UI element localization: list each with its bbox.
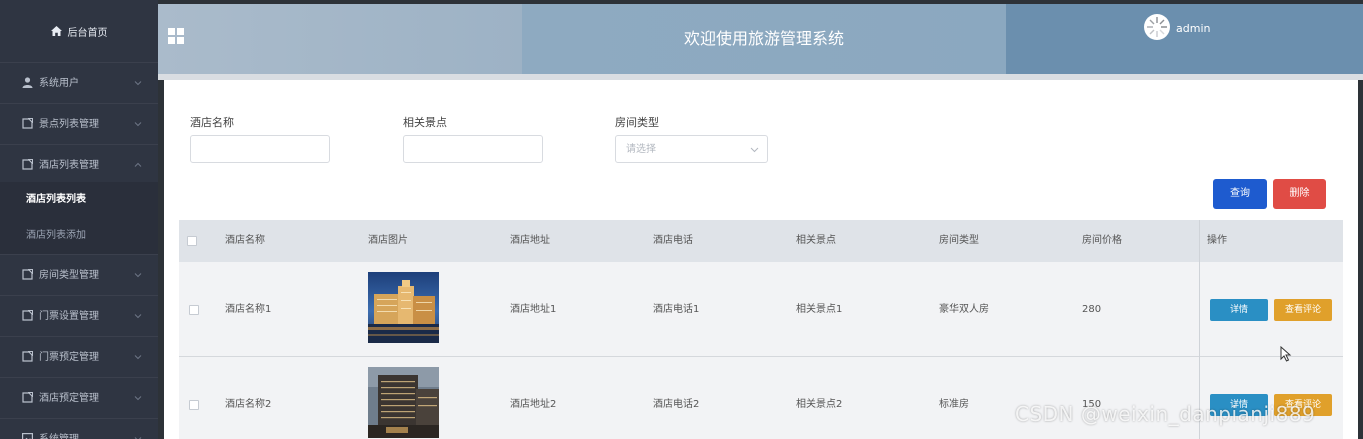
sidebar-item-ticket-settings[interactable]: 门票设置管理 bbox=[0, 295, 158, 336]
sidebar-item-label: 门票预定管理 bbox=[39, 352, 99, 363]
column-header: 操作 bbox=[1207, 235, 1227, 246]
sidebar-item-hotel-booking[interactable]: 酒店预定管理 bbox=[0, 377, 158, 418]
watermark: CSDN @weixin_danpianji889 bbox=[1015, 402, 1316, 426]
sidebar-item-ticket-booking[interactable]: 门票预定管理 bbox=[0, 336, 158, 377]
cell-attraction: 相关景点2 bbox=[796, 399, 843, 410]
column-header: 酒店名称 bbox=[225, 235, 265, 246]
cell-address: 酒店地址1 bbox=[510, 304, 557, 315]
view-reviews-button[interactable]: 查看评论 bbox=[1274, 299, 1332, 321]
sidebar-item-label: 酒店预定管理 bbox=[39, 393, 99, 404]
select-all-checkbox[interactable] bbox=[187, 236, 197, 246]
row-checkbox[interactable] bbox=[189, 305, 199, 315]
sidebar-item-label: 系统管理 bbox=[39, 419, 79, 439]
hotel-image bbox=[368, 272, 439, 343]
column-header: 房间价格 bbox=[1082, 235, 1122, 246]
cell-room-type: 豪华双人房 bbox=[939, 304, 989, 315]
query-button[interactable]: 查询 bbox=[1213, 179, 1267, 209]
column-header: 酒店地址 bbox=[510, 235, 550, 246]
header-center: 欢迎使用旅游管理系统 bbox=[522, 4, 1006, 74]
cell-hotel-name: 酒店名称1 bbox=[225, 304, 272, 315]
top-header: 欢迎使用旅游管理系统 admin bbox=[158, 4, 1363, 74]
cell-attraction: 相关景点1 bbox=[796, 304, 843, 315]
sidebar-item-label: 系统用户 bbox=[39, 78, 79, 89]
sidebar-item-hotels[interactable]: 酒店列表管理 bbox=[0, 144, 158, 185]
sidebar-item-label: 景点列表管理 bbox=[39, 119, 99, 130]
header-left bbox=[158, 4, 522, 74]
attraction-label: 相关景点 bbox=[403, 116, 447, 129]
avatar-spinner-icon bbox=[1147, 17, 1167, 37]
home-icon bbox=[50, 26, 62, 36]
cell-address: 酒店地址2 bbox=[510, 399, 557, 410]
sidebar-item-attractions[interactable]: 景点列表管理 bbox=[0, 103, 158, 144]
table-row[interactable]: 酒店名称2 酒店地址2 酒店电话2 相关景点2 标准房 150 详情 查看评论 bbox=[179, 357, 1343, 439]
column-header: 酒店电话 bbox=[653, 235, 693, 246]
sidebar-home-label: 后台首页 bbox=[67, 27, 108, 39]
sidebar-item-label: 门票设置管理 bbox=[39, 311, 99, 322]
column-header: 酒店图片 bbox=[368, 235, 408, 246]
cell-hotel-name: 酒店名称2 bbox=[225, 399, 272, 410]
cell-price: 280 bbox=[1082, 304, 1102, 315]
sidebar-subitem-hotel-add[interactable]: 酒店列表添加 bbox=[0, 218, 158, 254]
room-type-label: 房间类型 bbox=[615, 116, 659, 129]
column-header: 相关景点 bbox=[796, 235, 836, 246]
delete-button[interactable]: 删除 bbox=[1273, 179, 1326, 209]
sidebar-home[interactable]: 后台首页 bbox=[0, 0, 158, 62]
room-type-select[interactable]: 请选择 bbox=[615, 135, 768, 163]
table-header: 酒店名称 酒店图片 酒店地址 酒店电话 相关景点 房间类型 房间价格 操作 bbox=[179, 220, 1343, 262]
chevron-down-icon bbox=[134, 122, 142, 127]
chevron-down-icon bbox=[134, 81, 142, 86]
chevron-down-icon bbox=[134, 355, 142, 360]
document-icon bbox=[22, 269, 33, 280]
row-checkbox[interactable] bbox=[189, 400, 199, 410]
sidebar-item-room-types[interactable]: 房间类型管理 bbox=[0, 254, 158, 295]
table-row[interactable]: 酒店名称1 酒店地址1 酒店电话1 相关景点1 豪华双人房 280 详情 查看评… bbox=[179, 262, 1343, 357]
hotel-image bbox=[368, 367, 439, 438]
header-right: admin bbox=[1006, 4, 1363, 74]
menu-grid-icon[interactable] bbox=[168, 28, 184, 44]
sidebar-subitem-hotel-list[interactable]: 酒店列表列表 bbox=[0, 182, 158, 218]
chevron-down-icon bbox=[750, 147, 759, 153]
cell-room-type: 标准房 bbox=[939, 399, 969, 410]
document-icon bbox=[22, 310, 33, 321]
column-header: 房间类型 bbox=[939, 235, 979, 246]
document-icon bbox=[22, 118, 33, 129]
username-label[interactable]: admin bbox=[1176, 22, 1210, 35]
hotel-name-input[interactable] bbox=[190, 135, 330, 163]
chevron-down-icon bbox=[134, 273, 142, 278]
sidebar-item-system-users[interactable]: 系统用户 bbox=[0, 62, 158, 103]
sidebar-item-system-admin[interactable]: 系统管理 bbox=[0, 418, 158, 439]
main-content: 酒店名称 相关景点 房间类型 请选择 查询 删除 酒店名称 酒店图片 酒店地址 … bbox=[164, 80, 1358, 439]
detail-button[interactable]: 详情 bbox=[1210, 299, 1268, 321]
sidebar: 后台首页 系统用户 景点列表管理 酒店列表管理 酒店列表列表 酒店列表添加 房间… bbox=[0, 0, 158, 439]
attraction-input[interactable] bbox=[403, 135, 543, 163]
cell-phone: 酒店电话1 bbox=[653, 304, 700, 315]
document-icon bbox=[22, 159, 33, 170]
page-title: 欢迎使用旅游管理系统 bbox=[683, 29, 844, 48]
avatar[interactable] bbox=[1144, 14, 1170, 40]
chevron-down-icon bbox=[134, 437, 142, 439]
sidebar-item-label: 房间类型管理 bbox=[39, 270, 99, 281]
document-icon bbox=[22, 392, 33, 403]
room-type-placeholder: 请选择 bbox=[626, 144, 656, 155]
cell-price: 150 bbox=[1082, 399, 1102, 410]
chevron-down-icon bbox=[134, 396, 142, 401]
sidebar-item-label: 酒店列表管理 bbox=[39, 160, 99, 171]
document-icon bbox=[22, 351, 33, 362]
hotel-name-label: 酒店名称 bbox=[190, 116, 234, 129]
image-icon bbox=[22, 433, 33, 439]
chevron-up-icon bbox=[134, 162, 142, 167]
chevron-down-icon bbox=[134, 314, 142, 319]
mouse-cursor-icon bbox=[1280, 346, 1292, 362]
cell-phone: 酒店电话2 bbox=[653, 399, 700, 410]
user-icon bbox=[22, 77, 33, 88]
